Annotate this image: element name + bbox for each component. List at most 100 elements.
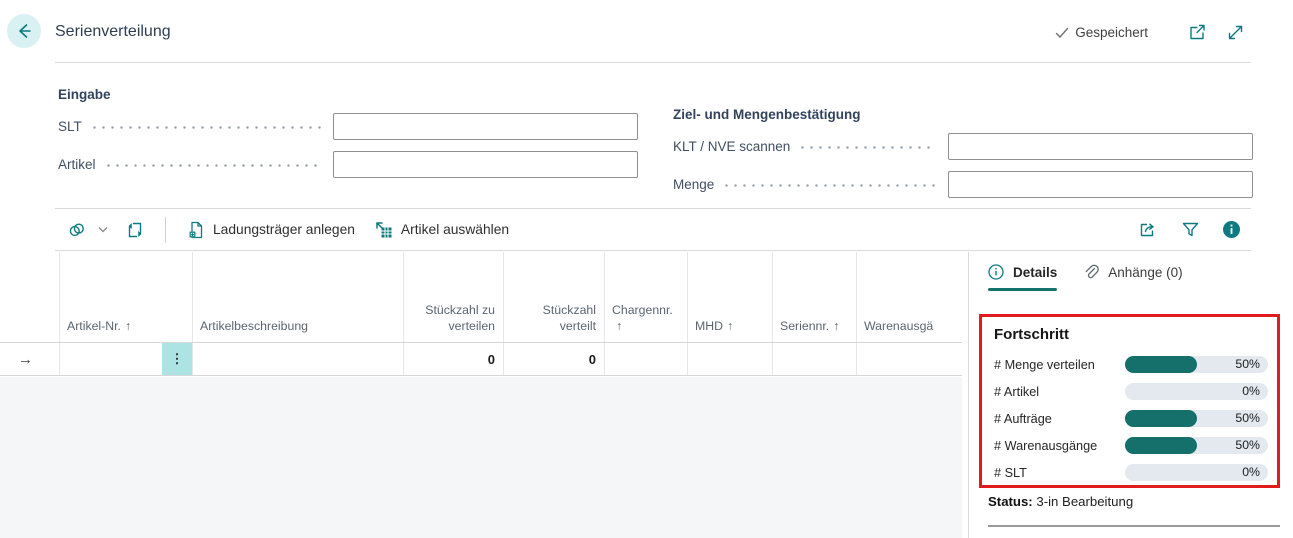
- status-label: Status:: [988, 494, 1033, 509]
- column-header-artikel-nr[interactable]: Artikel-Nr.↑: [59, 252, 192, 342]
- pane-bottom-divider: [988, 525, 1280, 527]
- info-icon[interactable]: [1222, 220, 1241, 239]
- page-title: Serienverteilung: [55, 23, 171, 41]
- row-indicator-header: [0, 252, 59, 342]
- column-header-stueckzahl-verteilt[interactable]: Stückzahl verteilt: [503, 252, 604, 342]
- column-header-seriennr[interactable]: Seriennr.↑: [772, 252, 856, 342]
- back-button[interactable]: [7, 14, 41, 48]
- form-group-eingabe: Eingabe SLT Artikel: [58, 87, 638, 178]
- save-status-label: Gespeichert: [1075, 25, 1148, 40]
- fit-to-window-icon[interactable]: [1226, 23, 1245, 42]
- form-group-ziel-menge: Ziel- und Mengenbestätigung KLT / NVE sc…: [673, 107, 1253, 198]
- toolbar-separator: [165, 217, 166, 243]
- status-value: 3-in Bearbeitung: [1036, 494, 1133, 509]
- document-plus-icon: [187, 221, 205, 239]
- group-title-eingabe: Eingabe: [58, 87, 638, 102]
- factbox-tabs: Details Anhänge (0): [988, 264, 1183, 291]
- tab-details[interactable]: Details: [988, 264, 1057, 291]
- sort-asc-icon: ↑: [727, 319, 733, 333]
- button-label: Ladungsträger anlegen: [213, 222, 355, 237]
- column-header-artikelbeschreibung[interactable]: Artikelbeschreibung: [192, 252, 403, 342]
- progress-row-slt: # SLT 0%: [994, 464, 1268, 481]
- open-in-window-icon[interactable]: [1188, 23, 1207, 42]
- ladungstraeger-anlegen-button[interactable]: Ladungsträger anlegen: [187, 221, 355, 239]
- row-context-menu-button[interactable]: ⋮: [162, 343, 192, 375]
- progress-percent: 50%: [1235, 410, 1260, 427]
- tab-label: Anhänge (0): [1108, 265, 1182, 280]
- views-icon: [68, 221, 86, 239]
- cell-chargennr[interactable]: [604, 343, 687, 375]
- progress-fill: [1125, 437, 1197, 454]
- table-select-icon: [375, 221, 393, 239]
- column-header-stueckzahl-zu-verteilen[interactable]: Stückzahl zu verteilen: [403, 252, 503, 342]
- edit-list-icon: [126, 221, 144, 239]
- progress-percent: 50%: [1235, 356, 1260, 373]
- sort-asc-icon: ↑: [833, 319, 839, 333]
- field-label-menge: Menge: [673, 177, 714, 192]
- column-header-warenausgaenge[interactable]: Warenausgä: [856, 252, 962, 342]
- cell-warenausgaenge[interactable]: [856, 343, 962, 375]
- share-icon[interactable]: [1138, 220, 1159, 239]
- progress-bar: 50%: [1125, 356, 1268, 373]
- field-label-klt-nve: KLT / NVE scannen: [673, 139, 790, 154]
- progress-label: # Aufträge: [994, 412, 1125, 426]
- info-circle-icon: [988, 264, 1004, 280]
- views-menu-button[interactable]: [68, 221, 108, 239]
- progress-bar: 50%: [1125, 437, 1268, 454]
- progress-row-auftraege: # Aufträge 50%: [994, 410, 1268, 427]
- field-row-slt: SLT: [58, 113, 638, 140]
- column-header-chargennr[interactable]: Chargennr. ↑: [604, 252, 687, 342]
- cell-stueckzahl-verteilt[interactable]: 0: [503, 343, 604, 375]
- table-row: → ⋮ 0 0: [0, 343, 962, 376]
- slt-input[interactable]: [333, 113, 638, 140]
- progress-row-artikel: # Artikel 0%: [994, 383, 1268, 400]
- active-row-arrow-icon: →: [8, 351, 33, 368]
- cell-stueckzahl-zu-verteilen[interactable]: 0: [403, 343, 503, 375]
- chevron-down-icon: [98, 226, 108, 233]
- cell-artikelbeschreibung[interactable]: [192, 343, 403, 375]
- dotted-leader: [722, 184, 936, 187]
- column-header-mhd[interactable]: MHD↑: [687, 252, 772, 342]
- cell-seriennr[interactable]: [772, 343, 856, 375]
- progress-bar: 0%: [1125, 383, 1268, 400]
- tab-anhaenge[interactable]: Anhänge (0): [1083, 264, 1182, 291]
- table-empty-area: [0, 377, 962, 538]
- progress-row-warenausgaenge: # Warenausgänge 50%: [994, 437, 1268, 454]
- fortschritt-section-annotation-highlight: Fortschritt # Menge verteilen 50% # Arti…: [979, 314, 1280, 488]
- progress-label: # Artikel: [994, 385, 1125, 399]
- dotted-leader: [90, 126, 321, 129]
- tab-label: Details: [1013, 265, 1057, 280]
- progress-label: # Warenausgänge: [994, 439, 1125, 453]
- progress-percent: 0%: [1242, 464, 1260, 481]
- button-label: Artikel auswählen: [401, 222, 509, 237]
- status-line: Status: 3-in Bearbeitung: [988, 494, 1133, 509]
- check-icon: [1055, 27, 1069, 39]
- klt-nve-input[interactable]: [948, 133, 1253, 160]
- field-label-artikel: Artikel: [58, 157, 96, 172]
- progress-label: # SLT: [994, 466, 1125, 480]
- details-factbox: Details Anhänge (0) Fortschritt # Menge …: [969, 252, 1293, 538]
- filter-icon[interactable]: [1181, 220, 1200, 239]
- progress-bar: 50%: [1125, 410, 1268, 427]
- row-indicator-cell: →: [0, 343, 59, 375]
- save-status: Gespeichert: [1055, 25, 1148, 40]
- items-table: Artikel-Nr.↑ Artikelbeschreibung Stückza…: [0, 252, 962, 376]
- progress-bar: 0%: [1125, 464, 1268, 481]
- cell-mhd[interactable]: [687, 343, 772, 375]
- progress-fill: [1125, 410, 1197, 427]
- progress-row-menge-verteilen: # Menge verteilen 50%: [994, 356, 1268, 373]
- artikel-input[interactable]: [333, 151, 638, 178]
- action-toolbar: Ladungsträger anlegen Artikel auswählen: [55, 208, 1251, 251]
- artikel-auswaehlen-button[interactable]: Artikel auswählen: [375, 221, 509, 239]
- progress-percent: 50%: [1235, 437, 1260, 454]
- edit-list-button[interactable]: [126, 221, 144, 239]
- sort-asc-icon: ↑: [125, 319, 131, 333]
- field-label-slt: SLT: [58, 119, 82, 134]
- sort-asc-icon: ↑: [616, 319, 622, 333]
- menge-input[interactable]: [948, 171, 1253, 198]
- fortschritt-title: Fortschritt: [994, 326, 1268, 343]
- cell-artikel-nr[interactable]: ⋮: [59, 343, 192, 375]
- header-divider: [55, 62, 1251, 63]
- progress-fill: [1125, 356, 1197, 373]
- field-row-klt-nve: KLT / NVE scannen: [673, 133, 1253, 160]
